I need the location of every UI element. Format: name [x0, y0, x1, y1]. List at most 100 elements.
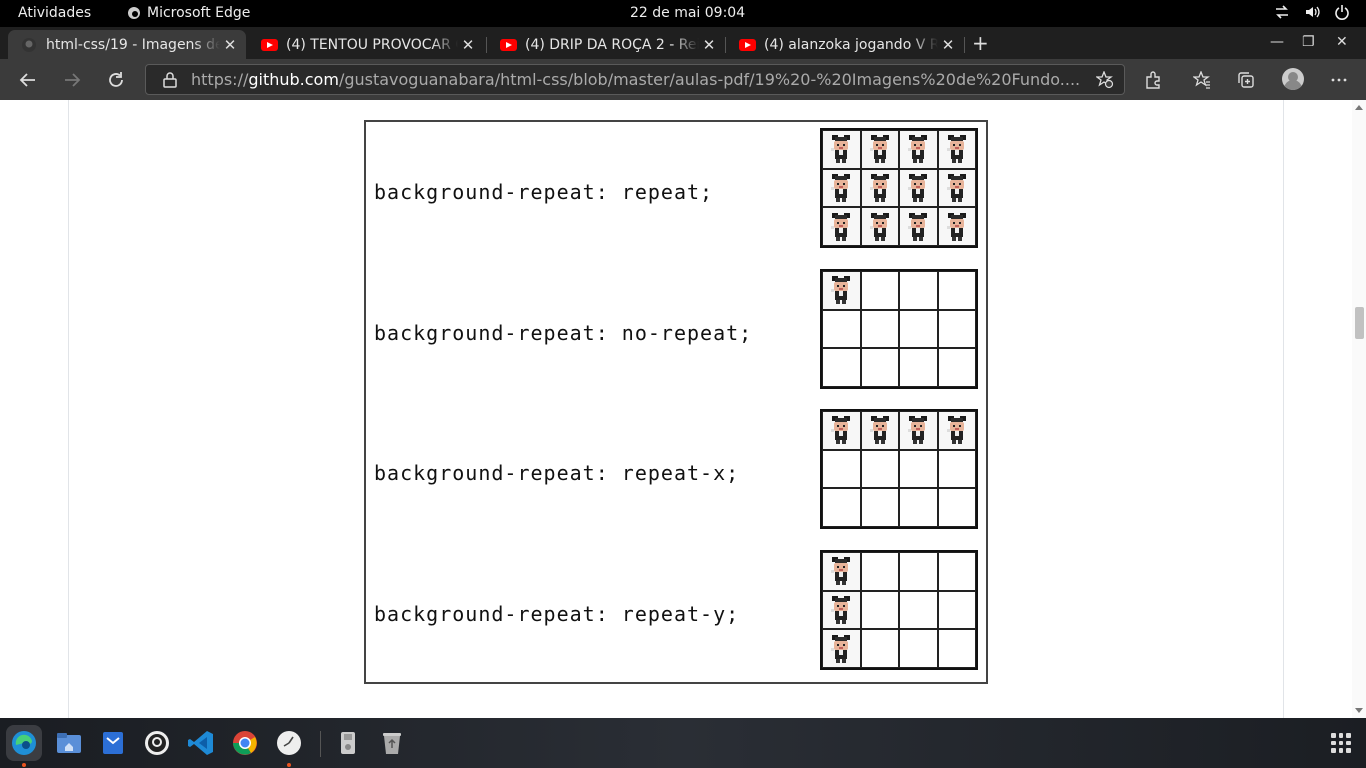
- activities-button[interactable]: Atividades: [18, 5, 91, 21]
- system-tray[interactable]: [1274, 4, 1350, 20]
- character-sprite-icon: [946, 173, 966, 202]
- lock-icon[interactable]: [163, 71, 177, 88]
- profile-avatar[interactable]: [1282, 68, 1304, 90]
- character-sprite-icon: [946, 135, 966, 164]
- trash-icon: [383, 733, 401, 754]
- dock-separator: [320, 731, 321, 757]
- tile-with-image: [822, 271, 861, 310]
- app-menu[interactable]: Microsoft Edge: [127, 5, 250, 21]
- empty-tile: [937, 552, 976, 591]
- back-button[interactable]: [16, 68, 40, 92]
- tile-with-image: [860, 207, 899, 246]
- empty-tile: [899, 488, 938, 527]
- dock-email[interactable]: [95, 725, 131, 761]
- show-applications-icon[interactable]: [1331, 733, 1351, 753]
- dock-usb-drive[interactable]: [330, 725, 366, 761]
- scroll-down-arrow-icon[interactable]: [1355, 708, 1363, 713]
- character-sprite-icon: [946, 416, 966, 445]
- dock-clock-app[interactable]: [271, 725, 307, 767]
- character-sprite-icon: [869, 212, 889, 241]
- collections-button[interactable]: [1234, 68, 1258, 92]
- scrollbar-thumb[interactable]: [1355, 307, 1364, 339]
- tile-with-image: [822, 411, 861, 450]
- page-viewport: background-repeat: repeat; background-re…: [0, 100, 1366, 718]
- add-favorite-icon[interactable]: [1096, 71, 1114, 89]
- email-icon: [103, 732, 123, 754]
- tab-title: (4) TENTOU PROVOCAR O: [286, 36, 458, 53]
- url-text[interactable]: https://github.com/gustavoguanabara/html…: [191, 70, 1081, 89]
- empty-tile: [899, 309, 938, 349]
- empty-tile: [937, 629, 976, 668]
- scroll-up-arrow-icon[interactable]: [1355, 105, 1363, 110]
- empty-tile: [860, 348, 899, 387]
- edge-app-icon: [128, 7, 140, 19]
- empty-tile: [937, 309, 976, 349]
- power-icon: [1335, 5, 1349, 20]
- tile-with-image: [822, 168, 861, 208]
- tile-with-image: [937, 168, 976, 208]
- refresh-button[interactable]: [104, 68, 128, 92]
- minimize-button[interactable]: —: [1270, 34, 1284, 50]
- pdf-figure: background-repeat: repeat; background-re…: [364, 120, 988, 684]
- close-tab-icon[interactable]: ✕: [458, 36, 478, 54]
- dock-files[interactable]: [51, 725, 87, 761]
- close-tab-icon[interactable]: ✕: [220, 36, 240, 54]
- browser-toolbar: https://github.com/gustavoguanabara/html…: [0, 59, 1366, 100]
- empty-tile: [822, 348, 861, 387]
- character-sprite-icon: [946, 212, 966, 241]
- empty-tile: [860, 590, 899, 630]
- character-sprite-icon: [869, 416, 889, 445]
- close-window-button[interactable]: ✕: [1336, 34, 1348, 50]
- tab-youtube-3[interactable]: (4) alanzoka jogando V Rising ✕: [726, 30, 964, 59]
- tab-github[interactable]: html-css/19 - Imagens de Fundo ✕: [8, 30, 246, 59]
- forward-button[interactable]: [60, 68, 84, 92]
- app-menu-label: Microsoft Edge: [147, 5, 251, 21]
- favorites-button[interactable]: [1190, 68, 1214, 92]
- empty-tile: [899, 552, 938, 591]
- new-tab-button[interactable]: +: [972, 31, 989, 55]
- character-sprite-icon: [831, 276, 851, 305]
- url-path: /gustavoguanabara/html-css/blob/master/a…: [338, 70, 1081, 89]
- empty-tile: [937, 590, 976, 630]
- character-sprite-icon: [831, 212, 851, 241]
- back-arrow-icon: [19, 73, 35, 87]
- tile-with-image: [937, 207, 976, 246]
- character-sprite-icon: [831, 173, 851, 202]
- character-sprite-icon: [831, 557, 851, 586]
- tile-with-image: [899, 207, 938, 246]
- tile-with-image: [860, 411, 899, 450]
- url-scheme: https://: [191, 70, 249, 89]
- restore-button[interactable]: ❐: [1302, 34, 1315, 50]
- extensions-button[interactable]: [1141, 68, 1165, 92]
- tile-with-image: [937, 411, 976, 450]
- dock-github-desktop[interactable]: [139, 725, 175, 761]
- dock-edge[interactable]: [6, 725, 42, 767]
- settings-more-button[interactable]: [1327, 68, 1351, 92]
- empty-tile: [860, 271, 899, 310]
- repeat-y-row: background-repeat: repeat-y;: [366, 544, 986, 684]
- tile-with-image: [860, 130, 899, 169]
- tab-youtube-2[interactable]: (4) DRIP DA ROÇA 2 - Reid ✕: [487, 30, 725, 59]
- clock[interactable]: 22 de mai 09:04: [630, 5, 745, 21]
- dock-chrome[interactable]: [227, 725, 263, 761]
- dock-vscode[interactable]: [183, 725, 219, 761]
- vertical-scrollbar[interactable]: [1352, 100, 1366, 718]
- close-tab-icon[interactable]: ✕: [938, 36, 958, 54]
- tab-youtube-1[interactable]: (4) TENTOU PROVOCAR O ✕: [248, 30, 484, 59]
- more-dots-icon: [1331, 78, 1347, 82]
- close-tab-icon[interactable]: ✕: [699, 36, 719, 54]
- empty-tile: [860, 629, 899, 668]
- forward-arrow-icon: [65, 73, 81, 87]
- code-label: background-repeat: repeat-x;: [374, 461, 740, 485]
- address-bar[interactable]: https://github.com/gustavoguanabara/html…: [145, 64, 1125, 95]
- character-sprite-icon: [831, 595, 851, 624]
- character-sprite-icon: [908, 212, 928, 241]
- code-label: background-repeat: repeat-y;: [374, 602, 740, 626]
- tile-with-image: [822, 130, 861, 169]
- dock-trash[interactable]: [374, 725, 410, 761]
- empty-tile: [822, 488, 861, 527]
- empty-tile: [937, 348, 976, 387]
- character-sprite-icon: [869, 135, 889, 164]
- empty-tile: [860, 488, 899, 527]
- tile-with-image: [822, 552, 861, 591]
